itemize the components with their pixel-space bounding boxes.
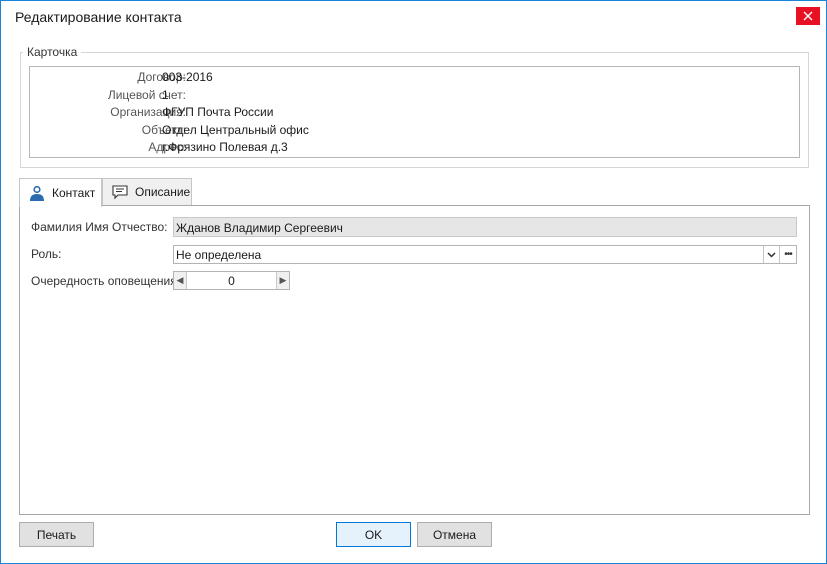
tab-description[interactable]: Описание xyxy=(102,178,192,205)
comment-icon xyxy=(112,185,128,200)
edit-contact-window: Редактирование контакта Карточка Договор… xyxy=(0,0,827,564)
tab-description-label: Описание xyxy=(135,185,191,199)
ellipsis-icon: ••• xyxy=(784,249,792,260)
person-icon xyxy=(30,185,44,201)
card-legend: Карточка xyxy=(23,45,82,59)
title-bar[interactable]: Редактирование контакта xyxy=(1,1,826,32)
close-button[interactable] xyxy=(796,7,820,25)
increment-button[interactable]: ▶ xyxy=(276,272,289,289)
fio-label: Фамилия Имя Отчество: xyxy=(31,220,168,234)
chevron-right-icon: ▶ xyxy=(279,275,287,285)
window-title: Редактирование контакта xyxy=(15,9,182,25)
role-ellipsis-button[interactable]: ••• xyxy=(779,246,796,263)
account-label: Лицевой счет: xyxy=(107,88,186,102)
account-value: 1 xyxy=(162,88,169,102)
card-details-panel: Договор: 003-2016 Лицевой счет: 1 Органи… xyxy=(29,66,800,158)
organization-value: ФГУП Почта России xyxy=(162,105,274,119)
card-row-contract: Договор: 003-2016 xyxy=(30,70,801,86)
address-value: г.Фрязино Полевая д.3 xyxy=(162,140,288,154)
tab-contact[interactable]: Контакт xyxy=(19,178,102,207)
card-row-organization: Организация: ФГУП Почта России xyxy=(30,105,801,121)
card-row-object: Объект: Отдел Центральный офис xyxy=(30,123,801,139)
role-label: Роль: xyxy=(31,247,62,261)
order-label: Очередность оповещения: xyxy=(31,274,181,288)
role-value: Не определена xyxy=(176,248,262,262)
ok-button[interactable]: OK xyxy=(336,522,411,547)
role-combobox[interactable]: Не определена ••• xyxy=(173,245,797,264)
object-value: Отдел Центральный офис xyxy=(162,123,309,137)
role-dropdown-button[interactable] xyxy=(763,246,779,263)
contract-value: 003-2016 xyxy=(162,70,213,84)
cancel-button[interactable]: Отмена xyxy=(417,522,492,547)
card-row-address: Адрес: г.Фрязино Полевая д.3 xyxy=(30,140,801,156)
tab-contact-label: Контакт xyxy=(52,186,96,200)
close-icon xyxy=(803,11,813,21)
card-row-account: Лицевой счет: 1 xyxy=(30,88,801,104)
chevron-left-icon: ◀ xyxy=(176,275,184,285)
decrement-button[interactable]: ◀ xyxy=(174,272,187,289)
fio-field[interactable]: Жданов Владимир Сергеевич xyxy=(173,217,797,237)
print-button[interactable]: Печать xyxy=(19,522,94,547)
order-spinner[interactable]: ◀ 0 ▶ xyxy=(173,271,290,290)
order-value[interactable]: 0 xyxy=(188,274,275,288)
chevron-down-icon xyxy=(767,251,776,258)
